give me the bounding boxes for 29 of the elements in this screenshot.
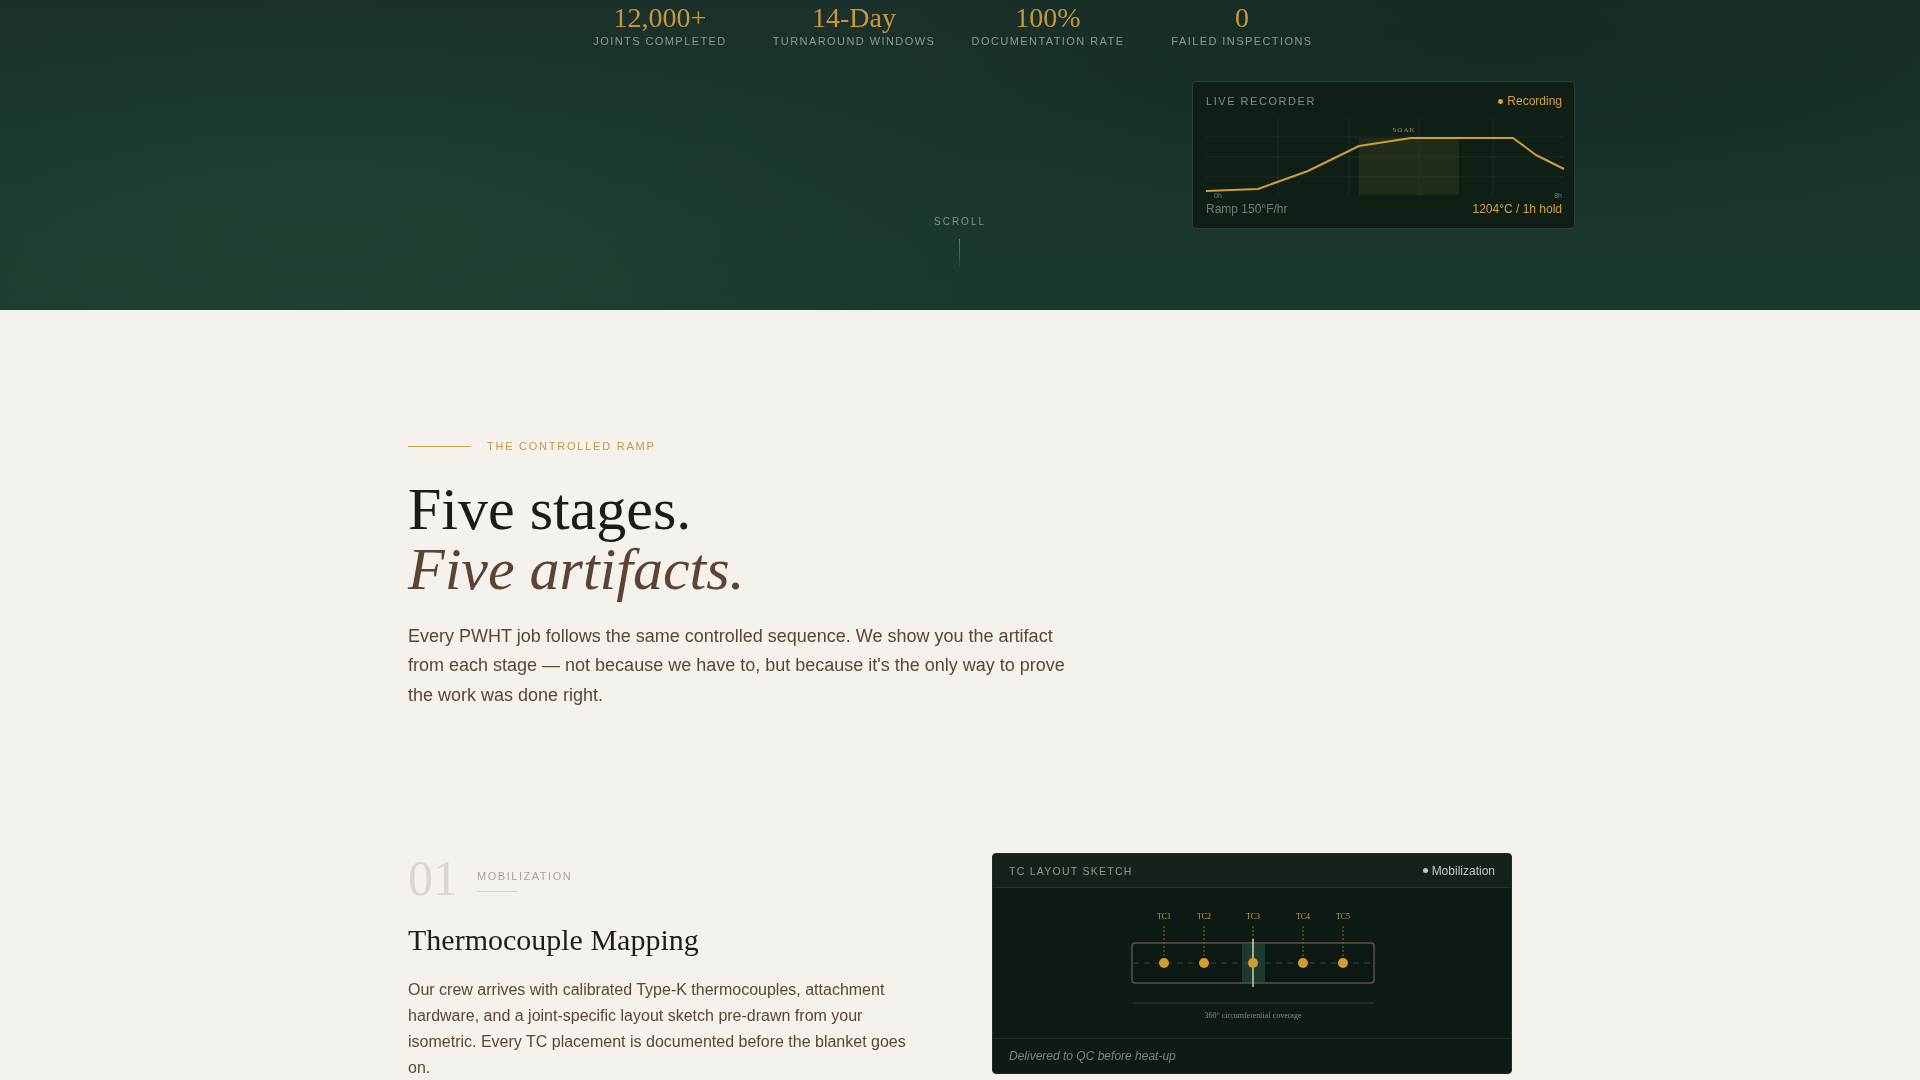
stat-label: FAILED INSPECTIONS — [1171, 34, 1313, 48]
scroll-hint: SCROLL — [934, 215, 986, 229]
status-dot-icon — [1422, 868, 1428, 874]
stat-label: DOCUMENTATION RATE — [971, 34, 1125, 48]
thermocouple-label: TC4 — [1295, 912, 1311, 922]
hold-temperature-text: 1204°C / 1h hold — [1472, 201, 1562, 217]
ramp-rate-text: Ramp 150°F/hr — [1206, 201, 1288, 217]
card-title: LIVE RECORDER — [1206, 94, 1316, 108]
thermocouple-label: TC5 — [1335, 912, 1351, 922]
stage-title: Thermocouple Mapping — [408, 922, 699, 959]
thermocouple-label: TC3 — [1245, 912, 1261, 922]
stat-value: 100% — [1015, 4, 1081, 32]
stat-label: JOINTS COMPLETED — [593, 34, 727, 48]
status-label: Mobilization — [1431, 863, 1495, 878]
stat-label: TURNAROUND WINDOWS — [772, 34, 936, 48]
thermocouple-label: TC2 — [1196, 912, 1212, 922]
stat-value: 14-Day — [812, 4, 896, 32]
stat-value: 12,000+ — [613, 4, 707, 32]
stat-value: 0 — [1235, 4, 1249, 32]
artifact-note: Delivered to QC before heat-up — [1009, 1048, 1176, 1065]
section-eyebrow: THE CONTROLLED RAMP — [487, 439, 656, 454]
card-title: TC LAYOUT SKETCH — [1009, 863, 1133, 878]
coverage-caption: 360° circumferential coverage — [1204, 1011, 1302, 1021]
status-label: Recording — [1507, 94, 1562, 108]
stage-label: MOBILIZATION — [477, 869, 573, 885]
status-dot-icon — [1498, 98, 1504, 104]
stage-description: Our crew arrives with calibrated Type-K thermocouples, attachment hardware, and a joint-specific layout sketch pre-drawn from your isometric. Every TC placement is documented before the blanket goes on. — [408, 980, 907, 1078]
section-intro-text: Every PWHT job follows the same controlled sequence. We show you the artifact from each stage — not because we have to, but because it's the only way to prove the work was done right. — [408, 625, 1066, 707]
thermocouple-label: TC1 — [1156, 912, 1172, 922]
